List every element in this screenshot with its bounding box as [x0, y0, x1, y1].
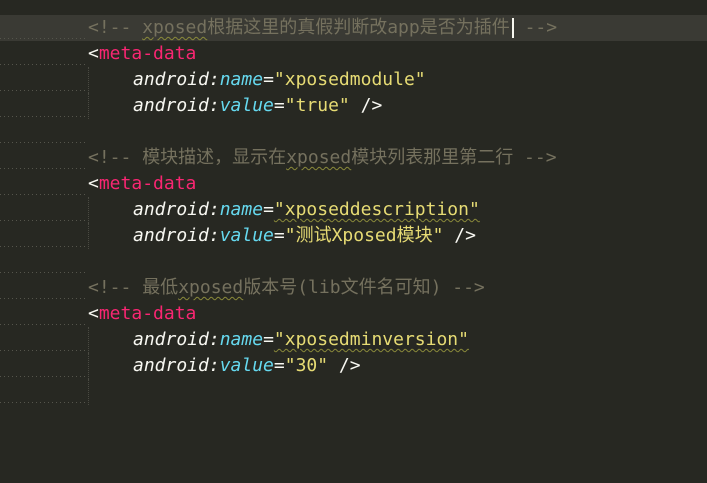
indent-guide — [0, 41, 88, 67]
code-line[interactable]: <meta-data — [0, 301, 707, 327]
indent-guide — [0, 249, 88, 275]
indent-guide — [0, 67, 88, 93]
indent-guide — [88, 93, 89, 119]
code-line[interactable]: <meta-data — [0, 41, 707, 67]
code-editor[interactable]: <!-- xposed根据这里的真假判断改app是否为插件 --> <meta-… — [0, 0, 707, 406]
indent-guide — [0, 171, 88, 197]
indent-guide — [88, 223, 89, 249]
xml-tag-open: <meta-data — [88, 43, 197, 64]
spellcheck-word: xposed — [286, 147, 352, 168]
code-line[interactable] — [0, 119, 707, 145]
indent-guide — [0, 197, 88, 223]
code-line[interactable] — [0, 379, 707, 405]
code-line[interactable]: android:name="xposedminversion" — [0, 327, 707, 353]
xml-comment: <!-- 最低xposed版本号(lib文件名可知) --> — [88, 277, 485, 298]
code-line[interactable]: <meta-data — [0, 171, 707, 197]
code-line[interactable]: android:name="xposedmodule" — [0, 67, 707, 93]
indent-guide — [0, 301, 88, 327]
indent-guide — [0, 327, 88, 353]
code-line[interactable]: <!-- 模块描述，显示在xposed模块列表那里第二行 --> — [0, 145, 707, 171]
xml-tag-open: <meta-data — [88, 303, 197, 324]
xml-attribute: android:value="30" /> — [133, 355, 361, 376]
indent-guide — [0, 15, 88, 41]
indent-guide — [88, 379, 89, 405]
code-line[interactable] — [0, 249, 707, 275]
code-line[interactable]: <!-- 最低xposed版本号(lib文件名可知) --> — [0, 275, 707, 301]
xml-tag-open: <meta-data — [88, 173, 197, 194]
indent-guide — [0, 353, 88, 379]
spellcheck-word: "xposeddescription" — [273, 199, 480, 220]
indent-guide — [0, 379, 88, 405]
xml-attribute: android:value="true" /> — [133, 95, 383, 116]
code-line[interactable]: android:value="30" /> — [0, 353, 707, 379]
indent-guide — [88, 327, 89, 353]
indent-guide — [0, 275, 88, 301]
xml-attribute: android:name="xposedminversion" — [133, 329, 469, 350]
spellcheck-word: "xposedminversion" — [273, 329, 469, 350]
code-line[interactable]: android:value="true" /> — [0, 93, 707, 119]
indent-guide — [88, 353, 89, 379]
indent-guide — [88, 197, 89, 223]
indent-guide — [88, 67, 89, 93]
xml-attribute: android:name="xposedmodule" — [133, 69, 426, 90]
indent-guide — [0, 119, 88, 145]
xml-attribute: android:name="xposeddescription" — [133, 199, 480, 220]
code-line[interactable]: android:value="测试Xposed模块" /> — [0, 223, 707, 249]
indent-guide — [0, 223, 88, 249]
code-line[interactable]: android:name="xposeddescription" — [0, 197, 707, 223]
xml-attribute: android:value="测试Xposed模块" /> — [133, 225, 476, 246]
xml-comment: <!-- 模块描述，显示在xposed模块列表那里第二行 --> — [88, 147, 557, 168]
indent-guide — [0, 145, 88, 171]
code-line[interactable]: <!-- xposed根据这里的真假判断改app是否为插件 --> — [0, 15, 707, 41]
indent-guide — [0, 93, 88, 119]
spellcheck-word: xposed — [142, 17, 208, 38]
xml-comment: <!-- xposed根据这里的真假判断改app是否为插件 --> — [88, 17, 558, 38]
spellcheck-word: xposed — [178, 277, 244, 298]
